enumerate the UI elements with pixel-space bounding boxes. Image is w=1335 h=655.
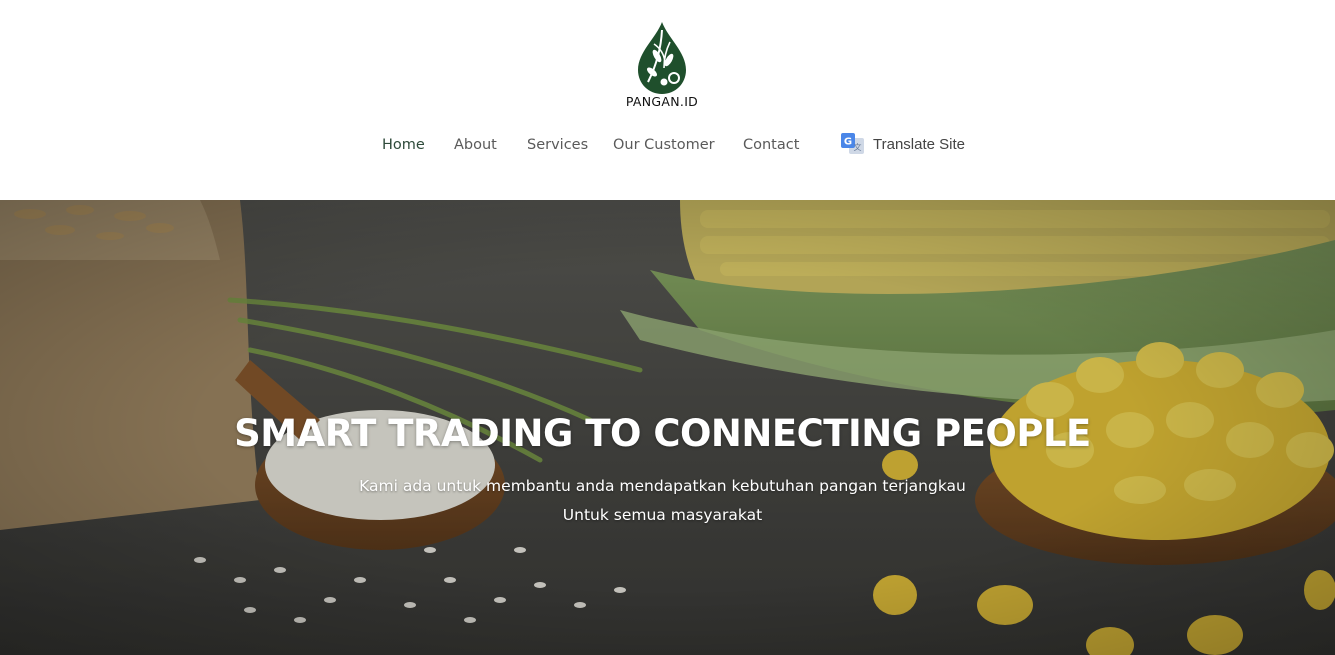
hero-title: SMART TRADING TO CONNECTING PEOPLE: [234, 412, 1091, 455]
nav-item-our-customer[interactable]: Our Customer: [613, 137, 715, 153]
google-translate-icon: G 文: [841, 133, 864, 154]
hero-subtitle-line-2: Untuk semua masyarakat: [562, 506, 763, 524]
svg-text:文: 文: [854, 142, 862, 152]
brand-name: PANGAN.ID: [625, 94, 699, 109]
hero-banner: SMART TRADING TO CONNECTING PEOPLE Kami …: [0, 200, 1335, 655]
nav-item-services[interactable]: Services: [527, 137, 588, 153]
main-nav: Home About Services Our Customer Contact: [0, 137, 1335, 159]
hero-subtitle-line-1: Kami ada untuk membantu anda mendapatkan…: [359, 477, 966, 495]
brand-logo[interactable]: PANGAN.ID: [612, 20, 712, 116]
svg-text:G: G: [844, 137, 852, 148]
leaf-drop-logo-icon: [638, 22, 686, 94]
translate-site-label: Translate Site: [873, 135, 965, 153]
nav-item-contact[interactable]: Contact: [743, 137, 799, 153]
nav-item-about[interactable]: About: [454, 137, 497, 153]
site-header: PANGAN.ID Home About Services Our Custom…: [0, 0, 1335, 200]
translate-site-button[interactable]: G 文 Translate Site: [841, 131, 965, 157]
nav-item-home[interactable]: Home: [382, 137, 425, 153]
